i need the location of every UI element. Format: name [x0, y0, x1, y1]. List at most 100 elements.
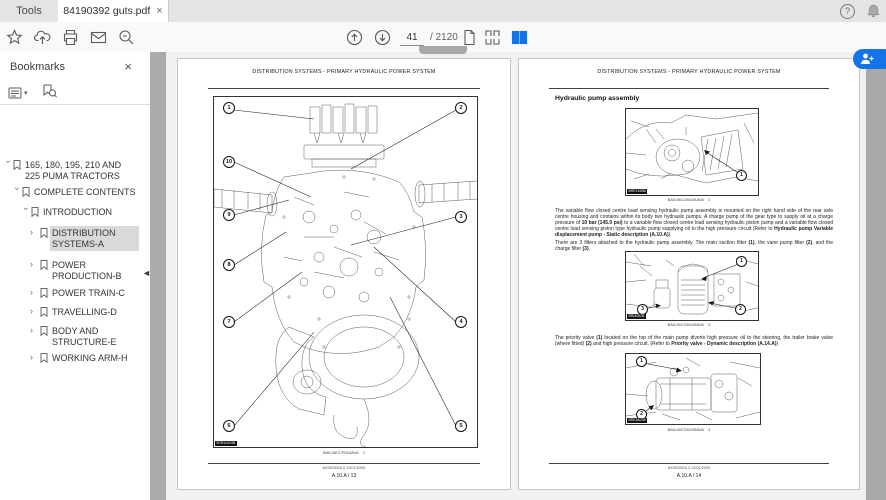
scrolling-view-icon[interactable] [484, 29, 501, 46]
paragraph-pump-description: The variable flow closed centre load sen… [555, 208, 833, 239]
bell-icon[interactable] [867, 4, 880, 18]
bookmark-icon [40, 288, 48, 298]
chevron-right-icon[interactable]: › [30, 352, 40, 363]
paragraph-priority-valve: The priority valve (1) located on the to… [555, 335, 833, 348]
single-page-view-icon[interactable] [461, 29, 478, 46]
callout-2: 2 [455, 102, 467, 114]
page-header: DISTRIBUTION SYSTEMS - PRIMARY HYDRAULIC… [597, 69, 781, 75]
callout-1: 1 [636, 356, 647, 367]
footer-rule [549, 463, 829, 464]
header-rule [208, 88, 480, 89]
panel-divider [0, 104, 150, 105]
footer-rule [208, 463, 480, 464]
figure-id-label: BRE1593B [627, 189, 648, 194]
save-to-cloud-icon[interactable] [33, 29, 51, 46]
filters-photo: 1 2 3 BRI4052B [625, 251, 759, 321]
callout-7: 7 [223, 316, 235, 328]
callout-4: 4 [455, 316, 467, 328]
callout-9: 9 [223, 209, 235, 221]
bookmark-item-introduction[interactable]: › INTRODUCTION [0, 207, 137, 218]
add-person-icon [861, 53, 874, 64]
footer-doc-ref: 84190392A 0 12/01/2009 [322, 466, 366, 470]
tab-tools-label: Tools [16, 5, 42, 17]
page-count-label: / 2120 [430, 32, 458, 43]
figure-caption: BAIL06CCM106AVA 4 [667, 427, 711, 432]
close-panel-icon[interactable]: × [124, 59, 132, 74]
help-icon[interactable]: ? [840, 3, 855, 19]
bookmark-icon [40, 228, 48, 238]
priority-valve-photo: 1 2 BRK5823B [625, 353, 761, 425]
axle-assembly-figure: 1 2 3 4 5 6 7 8 9 10 BTB11024B [213, 96, 478, 448]
callout-6: 6 [223, 420, 235, 432]
pump-assembly-photo: 1 BRE1593B [625, 108, 759, 196]
email-icon[interactable] [90, 29, 107, 46]
text: and high pressure circuit. (Refer to [591, 340, 672, 347]
tab-tools[interactable]: Tools [0, 0, 59, 22]
chevron-down-icon[interactable]: › [12, 187, 22, 197]
close-tab-icon[interactable]: × [156, 6, 162, 17]
tab-document[interactable]: 84190392 guts.pdf × [58, 0, 169, 22]
bookmark-item-label: INTRODUCTION [43, 207, 112, 217]
bookmark-item-travelling[interactable]: › TRAVELLING-D [0, 306, 137, 318]
header-rule [549, 88, 829, 89]
bookmark-item-working-arm[interactable]: › WORKING ARM-H [0, 352, 137, 364]
sidebar-resize-bar[interactable] [150, 52, 166, 500]
bookmark-item-label: WORKING ARM-H [52, 353, 128, 363]
chevron-right-icon[interactable]: › [30, 227, 40, 238]
text: . [588, 245, 591, 252]
text: , the vane pump filter [754, 240, 807, 246]
print-icon[interactable] [62, 29, 79, 46]
bookmark-icon [22, 187, 30, 197]
previous-page-button[interactable] [346, 29, 363, 46]
bookmark-item-label: POWER PRODUCTION-B [52, 260, 122, 281]
text: ). [668, 231, 672, 238]
callout-10: 10 [223, 156, 235, 168]
figure-caption: BAIL06CCP024AVA 1 [322, 450, 366, 455]
bookmark-item-label: TRAVELLING-D [52, 307, 117, 317]
page-number-input[interactable] [400, 29, 424, 46]
bookmarks-panel: Bookmarks × ▾ › 165, 180, 195, 210 AND 2… [0, 52, 150, 500]
bookmarks-panel-title: Bookmarks [10, 61, 66, 73]
vertical-scrollbar[interactable] [866, 52, 886, 500]
pdf-page-13: DISTRIBUTION SYSTEMS - PRIMARY HYDRAULIC… [177, 58, 511, 490]
document-area: DISTRIBUTION SYSTEMS - PRIMARY HYDRAULIC… [166, 52, 886, 500]
bookmark-item-power-production[interactable]: › POWER PRODUCTION-B [0, 259, 137, 281]
bookmark-icon [40, 307, 48, 317]
bookmark-item-complete-contents[interactable]: › COMPLETE CONTENTS [0, 187, 137, 198]
bookmark-item-label: POWER TRAIN-C [52, 288, 125, 298]
bookmark-icon [40, 326, 48, 336]
collapse-panel-icon[interactable]: ◄ [142, 268, 151, 278]
section-heading: Hydraulic pump assembly [555, 95, 640, 102]
chevron-down-icon[interactable]: › [21, 207, 31, 217]
page-header: DISTRIBUTION SYSTEMS - PRIMARY HYDRAULIC… [252, 69, 436, 75]
chevron-right-icon[interactable]: › [30, 259, 40, 270]
two-page-view-icon[interactable] [511, 29, 528, 46]
bookmark-item-power-train[interactable]: › POWER TRAIN-C [0, 287, 137, 299]
bookmark-item-distribution-systems[interactable]: › DISTRIBUTION SYSTEMS-A [0, 227, 137, 249]
callout-1: 1 [736, 256, 747, 267]
chevron-down-icon[interactable]: › [3, 160, 13, 170]
bookmark-icon [31, 207, 39, 217]
bookmark-options-icon[interactable]: ▾ [8, 87, 28, 99]
share-button[interactable] [853, 49, 886, 69]
callout-2: 2 [735, 304, 746, 315]
footer-page-number: A.10.A / 14 [676, 473, 702, 479]
figure-caption: BAIL06CCM105AVA 3 [667, 322, 711, 327]
bookmark-item-body-structure[interactable]: › BODY AND STRUCTURE-E [0, 325, 137, 347]
tab-document-label: 84190392 guts.pdf [63, 5, 151, 17]
bookmark-item-puma-tractors[interactable]: › 165, 180, 195, 210 AND 225 PUMA TRACTO… [0, 160, 137, 181]
chevron-right-icon[interactable]: › [30, 325, 40, 336]
bookmark-star-icon[interactable] [6, 29, 23, 46]
toolbar-hide-handle[interactable] [419, 46, 467, 54]
callout-3: 3 [455, 211, 467, 223]
callout-8: 8 [223, 259, 235, 271]
figure-id-label: BRI4052B [627, 314, 646, 319]
chevron-right-icon[interactable]: › [30, 306, 40, 317]
tab-bar: Tools 84190392 guts.pdf × ? [0, 0, 886, 23]
bookmark-icon [13, 160, 21, 170]
next-page-button[interactable] [374, 29, 391, 46]
search-icon[interactable] [118, 29, 135, 46]
bookmark-item-label: 165, 180, 195, 210 AND 225 PUMA TRACTORS [25, 160, 122, 181]
find-current-bookmark-icon[interactable] [42, 84, 57, 103]
chevron-right-icon[interactable]: › [30, 287, 40, 298]
